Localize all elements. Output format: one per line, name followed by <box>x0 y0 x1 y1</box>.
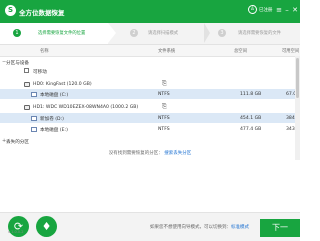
table-header: 名称 文件系统 总空间 可用空间 <box>0 45 300 57</box>
step-divider <box>204 23 210 43</box>
disk-info-icon[interactable]: ⎘ <box>162 80 167 88</box>
step-label: 请选择扫描模式 <box>148 31 179 36</box>
partition-icon <box>31 91 37 97</box>
partition-row-c[interactable]: 本地磁盘 (C:) NTFS 111.8 GB 67.0 <box>0 89 300 99</box>
step-select-files: 3 请选择需要恢复的文件 <box>212 23 300 44</box>
app-title: 全方位数据恢复 <box>19 9 65 17</box>
partition-icon <box>31 115 37 121</box>
partition-total: 111.8 GB <box>240 91 262 97</box>
login-status-label[interactable]: 已注册 <box>259 7 273 13</box>
partition-fs: NTFS <box>158 91 170 97</box>
lost-partition-hint: 没有找到需要恢复的分区： 搜索丢失分区 <box>0 150 300 156</box>
title-bar: S 全方位数据恢复 ♙ 已注册 ≡ – ✕ <box>0 0 300 23</box>
hint-text: 没有找到需要恢复的分区： <box>108 151 163 156</box>
disk-name: HD1: WDC WD10EZEX-08WN4A0 (1000.2 GB) <box>33 104 139 110</box>
tree-row-removable[interactable]: 可移动 <box>0 66 300 76</box>
step-number: 1 <box>13 29 21 37</box>
partition-name: 本地磁盘 (E:) <box>40 127 68 133</box>
partition-row-e[interactable]: 本地磁盘 (E:) NTFS 477.4 GB 343.2 <box>0 124 300 134</box>
hard-disk-icon <box>24 104 30 110</box>
minimize-button[interactable]: – <box>283 6 291 14</box>
hard-disk-icon <box>24 81 30 87</box>
partition-row-d[interactable]: 新加卷 (D:) NTFS 454.1 GB 384.7 <box>0 113 300 123</box>
disk-row-hd0[interactable]: HD0: KingFast (120.0 GB) ⎘ <box>0 79 300 89</box>
step-select-location: 1 选择需要恢复文件的位置 <box>0 23 116 44</box>
group-label: 丢失的分区 <box>6 139 29 145</box>
search-lost-partition-link[interactable]: 搜索丢失分区 <box>164 151 191 156</box>
tool-icon[interactable]: ♦ <box>36 216 57 237</box>
standard-mode-link[interactable]: 标准模式 <box>231 225 249 230</box>
partition-fs: NTFS <box>158 115 170 121</box>
app-logo-icon: S <box>5 5 16 16</box>
column-header-name[interactable]: 名称 <box>40 48 49 54</box>
wizard-steps: 1 选择需要恢复文件的位置 2 请选择扫描模式 3 请选择需要恢复的文件 <box>0 23 300 45</box>
close-button[interactable]: ✕ <box>291 6 299 14</box>
user-avatar-icon[interactable]: ♙ <box>248 5 257 14</box>
removable-checkbox[interactable] <box>24 68 29 73</box>
group-label: 分区与设备 <box>6 60 29 66</box>
column-header-total[interactable]: 总空间 <box>234 48 247 54</box>
version-label: v 1.0.0.2 <box>8 230 24 234</box>
disk-name: HD0: KingFast (120.0 GB) <box>33 81 92 87</box>
step-label: 选择需要恢复文件的位置 <box>38 31 86 36</box>
partition-icon <box>31 126 37 132</box>
mode-switch-hint: 如果您不想使用向导模式，可以切换到：标准模式 <box>150 224 249 230</box>
step-scan-mode: 2 请选择扫描模式 <box>116 23 208 44</box>
vertical-scrollbar[interactable] <box>295 56 300 160</box>
partition-name: 本地磁盘 (C:) <box>40 92 69 98</box>
mode-hint-text: 如果您不想使用向导模式，可以切换到： <box>150 225 231 230</box>
menu-icon[interactable]: ≡ <box>275 6 283 14</box>
partition-fs: NTFS <box>158 126 170 132</box>
column-header-fs[interactable]: 文件系统 <box>158 48 175 54</box>
group-row-lost[interactable]: + 丢失的分区 <box>0 136 300 146</box>
partition-name: 新加卷 (D:) <box>40 116 64 122</box>
step-label: 请选择需要恢复的文件 <box>238 31 281 36</box>
next-button[interactable]: 下一 <box>260 219 300 237</box>
removable-label: 可移动 <box>33 69 47 75</box>
step-number: 3 <box>218 29 226 37</box>
disk-row-hd1[interactable]: HD1: WDC WD10EZEX-08WN4A0 (1000.2 GB) ⎘ <box>0 102 300 112</box>
disk-info-icon[interactable]: ⎘ <box>162 103 167 111</box>
bottom-bar: ⟳ v 1.0.0.2 ♦ 如果您不想使用向导模式，可以切换到：标准模式 下一 <box>0 212 300 241</box>
partition-total: 477.4 GB <box>240 126 262 132</box>
partition-total: 454.1 GB <box>240 115 262 121</box>
column-header-free[interactable]: 可用空间 <box>282 48 299 54</box>
scrollbar-thumb[interactable] <box>296 58 299 98</box>
step-number: 2 <box>130 29 138 37</box>
